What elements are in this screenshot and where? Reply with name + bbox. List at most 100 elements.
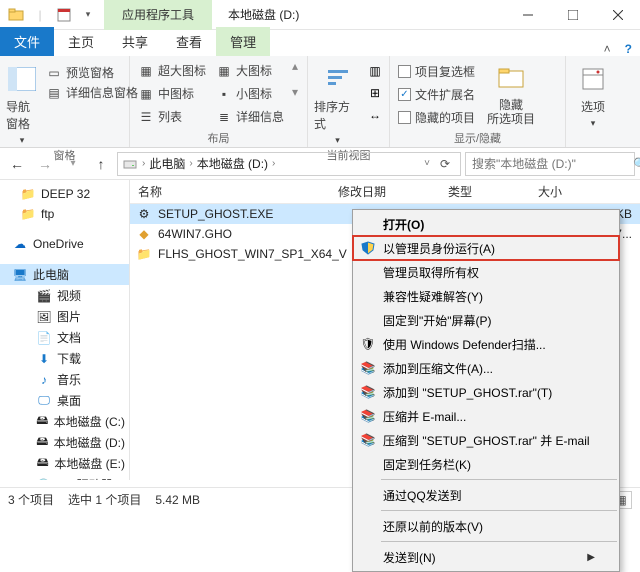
layout-large[interactable]: ▦大图标 xyxy=(214,61,286,80)
forward-button[interactable]: → xyxy=(33,152,57,176)
tree-videos[interactable]: 🎬视频 xyxy=(0,285,129,306)
tab-file[interactable]: 文件 xyxy=(0,27,54,56)
tree-onedrive[interactable]: ☁OneDrive xyxy=(0,234,129,254)
minimize-button[interactable] xyxy=(505,0,550,30)
crumb-drive[interactable]: 本地磁盘 (D:) xyxy=(197,155,268,172)
ctx-run-as-admin[interactable]: 以管理员身份运行(A) xyxy=(353,236,619,260)
search-input[interactable] xyxy=(472,157,627,171)
details-pane-button[interactable]: ▤详细信息窗格 xyxy=(44,83,140,102)
hide-selected-button[interactable]: 隐藏 所选项目 xyxy=(483,59,539,127)
downloads-icon: ⬇ xyxy=(36,351,52,367)
file-name: 64WIN7.GHO xyxy=(158,227,232,241)
options-button[interactable]: 选项 ▾ xyxy=(572,59,614,129)
ctx-qq-send[interactable]: 通过QQ发送到 xyxy=(353,483,619,507)
chevron-right-icon[interactable]: › xyxy=(142,158,145,169)
tree-downloads[interactable]: ⬇下载 xyxy=(0,348,129,369)
address-bar: ← → ▾ ↑ › 此电脑 › 本地磁盘 (D:) › ˅ ⟳ 🔍 xyxy=(0,148,640,180)
ctx-compress-email[interactable]: 📚压缩并 E-mail... xyxy=(353,404,619,428)
layout-details[interactable]: ≣详细信息 xyxy=(214,107,286,126)
tab-share[interactable]: 共享 xyxy=(108,27,162,56)
qat-dropdown-icon[interactable]: ▾ xyxy=(79,6,97,24)
checkbox-icon xyxy=(398,65,411,78)
search-box[interactable]: 🔍 xyxy=(465,152,635,176)
tree-drive-e[interactable]: 🖴本地磁盘 (E:) xyxy=(0,453,129,474)
ctx-open[interactable]: 打开(O) xyxy=(353,212,619,236)
layout-scroll-down[interactable]: ▾ xyxy=(292,85,298,99)
col-name[interactable]: 名称 xyxy=(130,183,330,200)
details-icon: ≣ xyxy=(216,109,232,125)
chk-file-ext[interactable]: ✓文件扩展名 xyxy=(396,85,477,104)
tab-manage[interactable]: 管理 xyxy=(216,27,270,56)
onedrive-icon: ☁ xyxy=(12,236,28,252)
ctx-take-ownership[interactable]: 管理员取得所有权 xyxy=(353,260,619,284)
tree-thispc[interactable]: 🖥此电脑 xyxy=(0,264,129,285)
addcolumn-icon[interactable]: ⊞ xyxy=(367,85,383,101)
ctx-add-archive[interactable]: 📚添加到压缩文件(A)... xyxy=(353,356,619,380)
ctx-troubleshoot[interactable]: 兼容性疑难解答(Y) xyxy=(353,284,619,308)
ctx-defender-scan[interactable]: 🛡使用 Windows Defender扫描... xyxy=(353,332,619,356)
layout-xlarge[interactable]: ▦超大图标 xyxy=(136,61,208,80)
column-headers[interactable]: 名称 修改日期 类型 大小 xyxy=(130,180,640,204)
ctx-pin-taskbar[interactable]: 固定到任务栏(K) xyxy=(353,452,619,476)
tree-ftp[interactable]: 📁ftp xyxy=(0,204,129,224)
tree-drive-d[interactable]: 🖴本地磁盘 (D:) xyxy=(0,432,129,453)
tree-documents[interactable]: 📄文档 xyxy=(0,327,129,348)
groupby-icon[interactable]: ▥ xyxy=(367,63,383,79)
context-menu: 打开(O) 以管理员身份运行(A) 管理员取得所有权 兼容性疑难解答(Y) 固定… xyxy=(352,209,620,572)
search-icon[interactable]: 🔍 xyxy=(633,157,640,171)
ctx-compress-rar-email[interactable]: 📚压缩到 "SETUP_GHOST.rar" 并 E-mail xyxy=(353,428,619,452)
preview-pane-icon: ▭ xyxy=(46,65,62,81)
file-name: SETUP_GHOST.EXE xyxy=(158,207,273,221)
tab-home[interactable]: 主页 xyxy=(54,27,108,56)
up-button[interactable]: ↑ xyxy=(89,152,113,176)
tree-deep32[interactable]: 📁DEEP 32 xyxy=(0,184,129,204)
ctx-send-to[interactable]: 发送到(N)▶ xyxy=(353,545,619,569)
archive-icon: 📚 xyxy=(359,359,377,377)
chevron-right-icon[interactable]: › xyxy=(189,158,192,169)
recent-dropdown[interactable]: ▾ xyxy=(61,152,85,176)
tab-view[interactable]: 查看 xyxy=(162,27,216,56)
ctx-restore-versions[interactable]: 还原以前的版本(V) xyxy=(353,514,619,538)
archive-icon: 📚 xyxy=(359,431,377,449)
tree-drive-c[interactable]: 🖴本地磁盘 (C:) xyxy=(0,411,129,432)
chk-item-checkboxes[interactable]: 项目复选框 xyxy=(396,62,477,81)
title-bar: | ▾ 应用程序工具 本地磁盘 (D:) xyxy=(0,0,640,30)
sizecolumn-icon[interactable]: ↔ xyxy=(367,107,383,123)
address-dropdown-icon[interactable]: ˅ xyxy=(424,158,430,169)
col-type[interactable]: 类型 xyxy=(440,183,530,200)
music-icon: ♪ xyxy=(36,372,52,388)
ctx-pin-start[interactable]: 固定到"开始"屏幕(P) xyxy=(353,308,619,332)
tree-desktop[interactable]: 🖵桌面 xyxy=(0,390,129,411)
tree-music[interactable]: ♪音乐 xyxy=(0,369,129,390)
layout-medium[interactable]: ▦中图标 xyxy=(136,84,208,103)
chevron-right-icon[interactable]: › xyxy=(272,158,275,169)
group-showhide-label: 显示/隐藏 xyxy=(396,129,559,147)
tree-pictures[interactable]: 🖼图片 xyxy=(0,306,129,327)
crumb-thispc[interactable]: 此电脑 xyxy=(149,155,185,172)
back-button[interactable]: ← xyxy=(5,152,29,176)
help-icon[interactable]: ? xyxy=(625,42,632,56)
ribbon-collapse-icon[interactable]: ˄ xyxy=(604,42,611,56)
ctx-add-rar[interactable]: 📚添加到 "SETUP_GHOST.rar"(T) xyxy=(353,380,619,404)
layout-scroll-up[interactable]: ▴ xyxy=(292,59,298,73)
col-date[interactable]: 修改日期 xyxy=(330,183,440,200)
preview-pane-button[interactable]: ▭预览窗格 xyxy=(44,63,140,82)
tree-cddrive[interactable]: 💿CD 驱动器 (G:) xyxy=(0,474,129,480)
drive-icon xyxy=(122,156,138,172)
large-icon: ▦ xyxy=(216,63,232,79)
properties-icon[interactable] xyxy=(55,6,73,24)
sort-button[interactable]: 排序方式 ▾ xyxy=(314,59,361,146)
breadcrumb[interactable]: › 此电脑 › 本地磁盘 (D:) › ˅ ⟳ xyxy=(117,152,461,176)
layout-small[interactable]: ▪小图标 xyxy=(214,84,286,103)
close-button[interactable] xyxy=(595,0,640,30)
sort-icon xyxy=(322,63,354,95)
refresh-icon[interactable]: ⟳ xyxy=(434,157,456,171)
nav-tree[interactable]: 📁DEEP 32 📁ftp ☁OneDrive 🖥此电脑 🎬视频 🖼图片 📄文档… xyxy=(0,180,130,480)
maximize-button[interactable] xyxy=(550,0,595,30)
navigation-pane-button[interactable]: 导航窗格 ▾ xyxy=(6,59,38,146)
col-size[interactable]: 大小 xyxy=(530,183,640,200)
layout-list[interactable]: ☰列表 xyxy=(136,107,208,126)
chk-hidden-items[interactable]: 隐藏的项目 xyxy=(396,108,477,127)
folder-icon: 📁 xyxy=(20,186,36,202)
pictures-icon: 🖼 xyxy=(36,309,52,325)
